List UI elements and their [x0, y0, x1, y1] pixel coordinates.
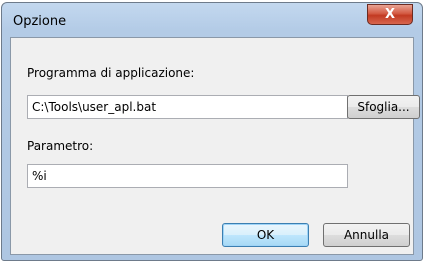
program-path-input[interactable]: C:\Tools\user_apl.bat — [27, 95, 348, 119]
cancel-button[interactable]: Annulla — [323, 223, 410, 247]
title-bar: Opzione X — [2, 3, 422, 37]
parameter-input[interactable]: %i — [27, 164, 348, 188]
dialog-body: Programma di applicazione: C:\Tools\user… — [10, 37, 420, 255]
browse-button[interactable]: Sfoglia... — [347, 95, 420, 119]
dialog-window: Opzione X Programma di applicazione: C:\… — [1, 2, 423, 261]
program-label: Programma di applicazione: — [27, 66, 195, 80]
window-title: Opzione — [13, 14, 67, 29]
close-button[interactable]: X — [367, 4, 413, 25]
close-icon: X — [384, 7, 396, 22]
ok-button[interactable]: OK — [222, 223, 309, 247]
parameter-label: Parametro: — [27, 139, 94, 153]
